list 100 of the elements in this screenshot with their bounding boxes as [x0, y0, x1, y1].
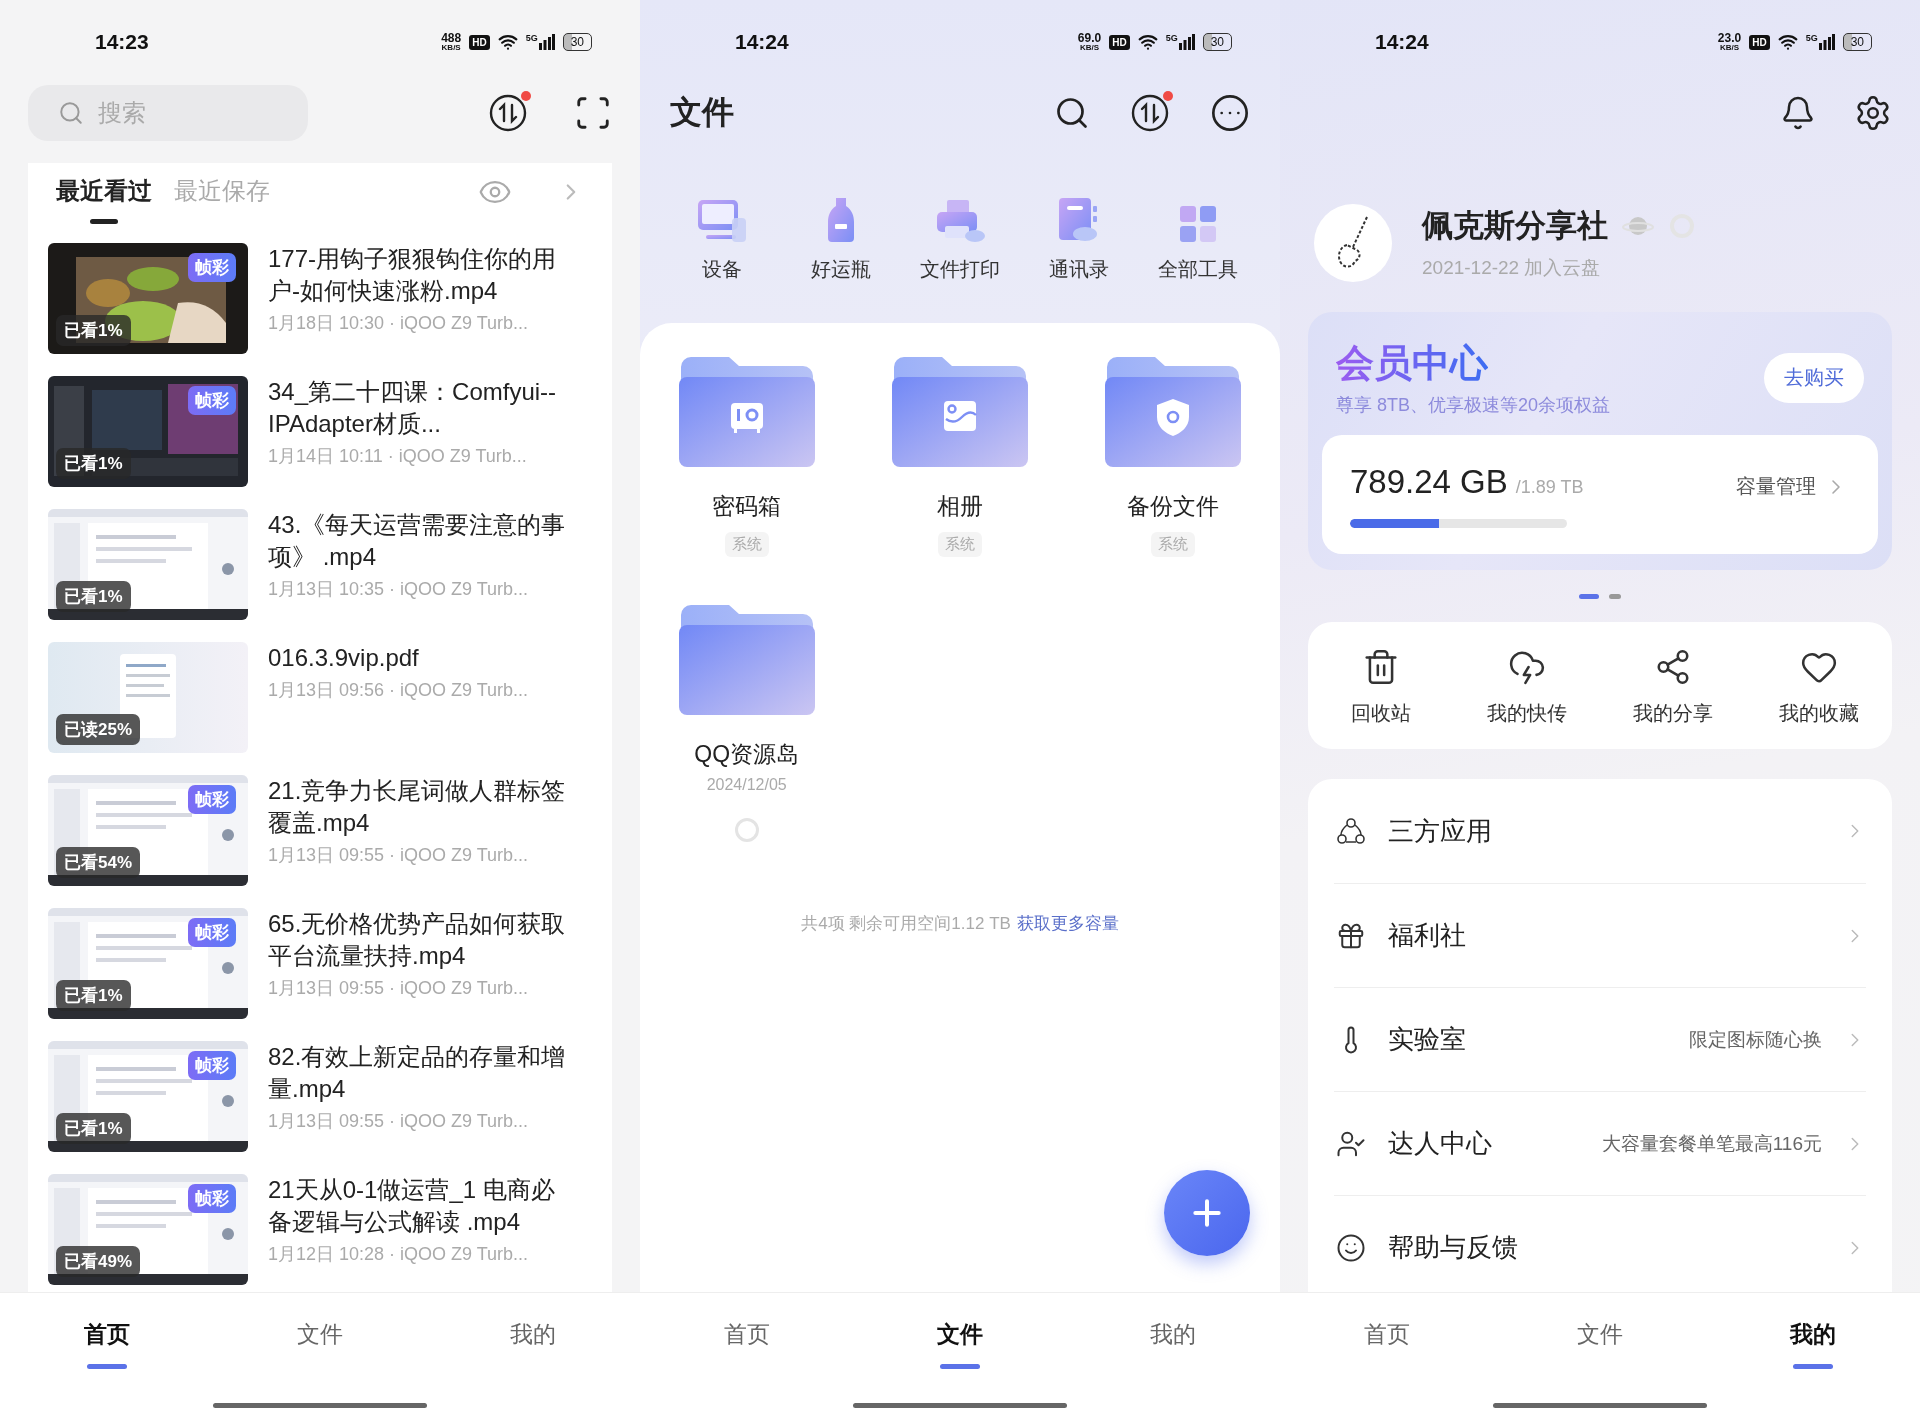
tab-indicator [86, 1364, 127, 1369]
more-icon[interactable] [1210, 93, 1250, 133]
file-meta: 1月13日 09:55 · iQOO Z9 Turb... [268, 844, 530, 867]
nav-tab[interactable]: 文件 [1569, 1315, 1631, 1354]
tool-shortcut[interactable]: 好运瓶 [781, 192, 901, 283]
recent-tab[interactable]: 最近看过 [56, 175, 152, 207]
apps-icon [1336, 816, 1366, 846]
hd-badge: HD [1749, 34, 1770, 50]
menu-label[interactable]: 帮助与反馈 [1388, 1230, 1518, 1265]
recent-item[interactable]: 帧彩 已看1% 177-用钩子狠狠钩住你的用户-如何快速涨粉.mp4 1月18日 10:30 · iQOO Z9 Turb... [48, 243, 592, 354]
nav-tab[interactable]: 文件 [929, 1315, 991, 1354]
nav-tab[interactable]: 首页 [75, 1315, 138, 1354]
progress-label: 已看49% [56, 1246, 141, 1277]
transfer-icon[interactable] [1130, 93, 1170, 133]
signal-icon [1178, 34, 1195, 50]
battery-level: 30 [1202, 33, 1232, 51]
folder-name: 相册 [937, 492, 983, 521]
speed-unit: KB/S [1079, 44, 1100, 52]
recent-item[interactable]: 帧彩 已看1% 65.无价格优势产品如何获取平台流量扶持.mp4 1月13日 09:55 · iQOO Z9 Turb... [48, 908, 592, 1019]
nav-tab[interactable]: 文件 [289, 1315, 351, 1354]
progress-label: 已看1% [56, 448, 131, 479]
folder-icon[interactable] [890, 355, 1030, 469]
recent-item[interactable]: 已读25% 016.3.9vip.pdf 1月13日 09:56 · iQOO Z9 Turb... [48, 642, 592, 753]
wifi-icon [1137, 32, 1158, 52]
network-speed: 488 [441, 32, 462, 44]
add-button[interactable] [1164, 1170, 1250, 1256]
status-time: 14:24 [735, 30, 789, 54]
recent-item[interactable]: 帧彩 已看49% 21天从0-1做运营_1 电商必备逻辑与公式解读 .mp4 1月12日 10:28 · iQOO Z9 Turb... [48, 1174, 592, 1285]
tab-indicator [90, 219, 118, 224]
more-storage-link[interactable]: 获取更多容量 [1016, 912, 1119, 935]
buy-button[interactable]: 去购买 [1764, 352, 1864, 403]
progress-label: 已读25% [56, 714, 141, 745]
progress-label: 已看1% [56, 980, 131, 1011]
bell-icon[interactable] [1780, 95, 1816, 131]
network-type: 5G [1165, 34, 1178, 43]
storage-manage-link[interactable]: 容量管理 [1736, 473, 1848, 500]
cloud-lightning-icon [1508, 648, 1546, 686]
join-date: 2021-12-22 加入云盘 [1422, 256, 1602, 280]
speed-unit: KB/S [441, 44, 461, 52]
folder-icon[interactable] [1103, 355, 1244, 469]
folder-name: 密码箱 [712, 492, 782, 521]
tool-shortcut[interactable]: 设备 [662, 192, 782, 283]
system-tag: 系统 [938, 532, 982, 557]
network-speed: 23.0 [1717, 32, 1742, 44]
user-name: 佩克斯分享社 [1422, 207, 1608, 245]
menu-label[interactable]: 三方应用 [1388, 813, 1492, 849]
menu-label[interactable]: 达人中心 [1388, 1126, 1492, 1161]
nav-tab[interactable]: 首页 [1355, 1315, 1418, 1354]
menu-hint: 大容量套餐单笔最高116元 [1601, 1131, 1822, 1156]
signal-icon [1818, 34, 1835, 50]
nav-tab[interactable]: 我的 [502, 1315, 565, 1354]
tool-shortcut[interactable]: 文件打印 [900, 192, 1020, 283]
file-meta: 1月14日 10:11 · iQOO Z9 Turb... [268, 445, 528, 468]
menu-label[interactable]: 实验室 [1388, 1022, 1466, 1057]
smile-icon [1336, 1232, 1366, 1263]
network-type: 5G [525, 34, 538, 43]
speed-unit: KB/S [1719, 44, 1740, 52]
file-meta: 1月18日 10:30 · iQOO Z9 Turb... [268, 312, 530, 335]
nav-tab[interactable]: 首页 [715, 1315, 778, 1354]
file-title: 34_第二十四课：Comfyui--IPAdapter材质... [268, 377, 558, 439]
tag-label: 帧彩 [188, 253, 236, 282]
tool-shortcut[interactable]: 通讯录 [1019, 192, 1139, 283]
wifi-icon [1777, 32, 1798, 52]
tag-label: 帧彩 [188, 785, 236, 814]
file-meta: 1月13日 09:56 · iQOO Z9 Turb... [268, 679, 530, 702]
nav-tab[interactable]: 我的 [1782, 1315, 1845, 1354]
shortcut-item[interactable]: 我的快传 [1454, 648, 1600, 727]
trash-icon [1362, 648, 1400, 686]
folder-icon[interactable] [676, 603, 817, 717]
monitor-icon [695, 198, 748, 244]
tool-shortcut[interactable]: 全部工具 [1138, 192, 1258, 283]
shortcut-item[interactable]: 回收站 [1308, 648, 1454, 727]
hd-badge: HD [469, 34, 490, 50]
nav-tab[interactable]: 我的 [1142, 1315, 1205, 1354]
search-icon[interactable] [1054, 95, 1090, 131]
progress-label: 已看1% [56, 1113, 131, 1144]
file-title: 43.《每天运营需要注意的事项》 .mp4 [268, 510, 567, 572]
settings-icon[interactable] [1854, 94, 1892, 132]
menu-label[interactable]: 福利社 [1388, 918, 1466, 953]
hd-badge: HD [1109, 34, 1130, 50]
recent-item[interactable]: 帧彩 已看1% 34_第二十四课：Comfyui--IPAdapter材质... 1月14日 10:11 · iQOO Z9 Turb... [48, 376, 592, 487]
tag-label: 帧彩 [188, 1051, 236, 1080]
progress-label: 已看1% [56, 581, 131, 612]
file-meta: 1月13日 09:55 · iQOO Z9 Turb... [268, 1110, 530, 1133]
recent-item[interactable]: 帧彩 已看54% 21.竞争力长尾词做人群标签覆盖.mp4 1月13日 09:55 · iQOO Z9 Turb... [48, 775, 592, 886]
shortcut-item[interactable]: 我的分享 [1600, 648, 1746, 727]
file-title: 21.竞争力长尾词做人群标签覆盖.mp4 [268, 776, 567, 838]
storage-summary: 共4项 剩余可用空间1.12 TB [801, 913, 1011, 935]
tab-indicator [940, 1364, 980, 1369]
search-field[interactable]: 搜索 [28, 85, 308, 141]
printer-icon [935, 198, 985, 244]
tag-label: 帧彩 [188, 918, 236, 947]
recent-item[interactable]: 已看1% 43.《每天运营需要注意的事项》 .mp4 1月13日 10:35 · iQOO Z9 Turb... [48, 509, 592, 620]
grid-icon [1178, 204, 1219, 244]
transfer-icon[interactable] [488, 93, 528, 133]
scan-icon[interactable] [574, 94, 612, 132]
tab-indicator [1793, 1364, 1834, 1369]
folder-icon[interactable] [676, 355, 817, 469]
recent-item[interactable]: 帧彩 已看1% 82.有效上新定品的存量和增量.mp4 1月13日 09:55 · iQOO Z9 Turb... [48, 1041, 592, 1152]
shortcut-item[interactable]: 我的收藏 [1746, 648, 1892, 727]
